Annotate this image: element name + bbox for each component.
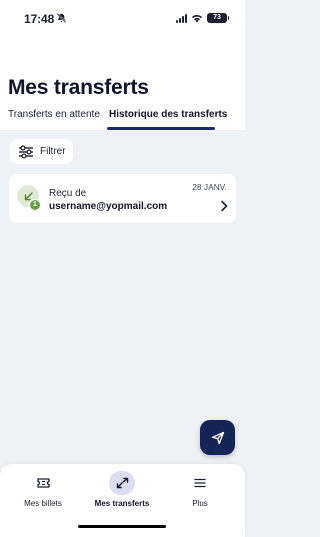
send-icon bbox=[211, 431, 224, 444]
transfer-arrows-icon bbox=[116, 477, 128, 489]
active-tab-indicator bbox=[107, 127, 215, 130]
nav-icon-wrap bbox=[30, 471, 56, 495]
status-bar: 17:48 73 bbox=[0, 0, 245, 36]
transfer-list-item[interactable]: 1 Reçu de username@yopmail.com 28 JANV. bbox=[9, 174, 236, 223]
menu-icon bbox=[194, 478, 206, 488]
filter-button[interactable]: Filtrer bbox=[10, 139, 73, 164]
nav-item-transfers[interactable]: Mes transferts bbox=[82, 471, 162, 513]
nav-label-transfers: Mes transferts bbox=[94, 499, 150, 508]
nav-item-tickets[interactable]: Mes billets bbox=[3, 471, 83, 513]
status-icons: 73 bbox=[176, 13, 229, 23]
status-time: 17:48 bbox=[24, 12, 55, 26]
nav-label-tickets: Mes billets bbox=[24, 499, 62, 508]
tab-pending-transfers[interactable]: Transferts en attente bbox=[8, 108, 100, 130]
count-badge: 1 bbox=[29, 199, 41, 211]
transfer-direction-label: Reçu de bbox=[49, 188, 87, 199]
tabs: Transferts en attente Historique des tra… bbox=[0, 108, 245, 130]
nav-item-more[interactable]: Plus bbox=[160, 471, 240, 513]
nav-icon-wrap bbox=[187, 471, 213, 495]
sliders-icon bbox=[19, 144, 33, 159]
page-title: Mes transferts bbox=[8, 76, 149, 99]
transfer-email: username@yopmail.com bbox=[49, 201, 168, 212]
filter-label: Filtrer bbox=[40, 146, 66, 157]
signal-icon bbox=[176, 13, 187, 23]
home-indicator bbox=[78, 525, 166, 528]
bell-slash-icon bbox=[56, 13, 67, 23]
nav-label-more: Plus bbox=[192, 499, 208, 508]
send-transfer-button[interactable] bbox=[200, 420, 235, 455]
battery-icon: 73 bbox=[207, 13, 229, 23]
header-area: 17:48 73 Mes transferts Transferts en at… bbox=[0, 0, 245, 130]
chevron-right-icon bbox=[221, 200, 228, 212]
ticket-icon bbox=[36, 478, 50, 488]
nav-icon-wrap bbox=[109, 471, 135, 495]
wifi-icon bbox=[192, 14, 202, 22]
transfer-date: 28 JANV. bbox=[192, 183, 227, 192]
